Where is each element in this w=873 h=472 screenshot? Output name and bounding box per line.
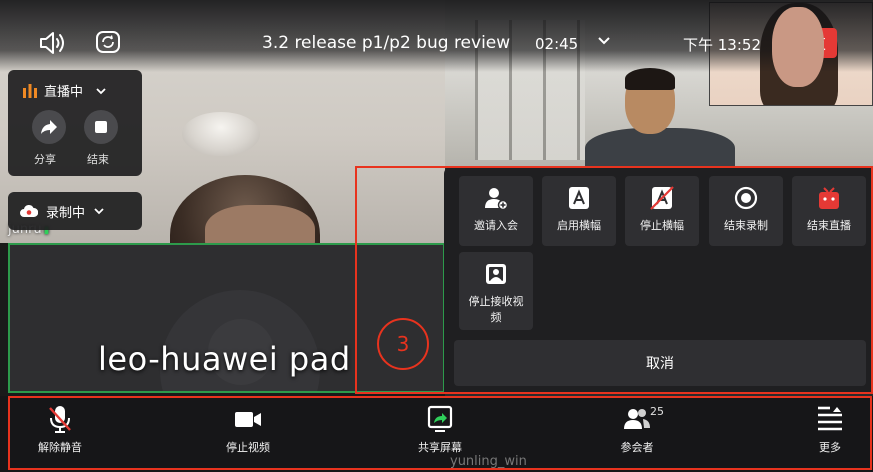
participant-body <box>585 128 735 166</box>
recording-status-label: 录制中 <box>46 205 86 221</box>
recording-status[interactable]: 录制中 <box>8 192 142 230</box>
chevron-down-icon[interactable] <box>597 33 611 47</box>
live-status-label: 直播中 <box>44 85 84 100</box>
active-speaker-name: leo-huawei pad <box>98 340 351 378</box>
annotation-toolbar-highlight <box>8 396 872 470</box>
live-stop-label: 结束 <box>87 153 109 166</box>
live-share-label: 分享 <box>34 153 56 166</box>
meeting-title[interactable]: 3.2 release p1/p2 bug review <box>262 33 510 53</box>
chevron-down-icon <box>94 208 104 215</box>
participant-face <box>205 205 315 243</box>
stop-square-icon <box>95 121 107 133</box>
annotation-step-marker: 3 <box>377 318 429 370</box>
top-bar: 3.2 release p1/p2 bug review 02:45 下午 13… <box>0 0 873 72</box>
camera-switch-icon[interactable] <box>95 29 121 55</box>
live-bars-icon <box>23 83 37 98</box>
ceiling-lamp <box>182 112 260 156</box>
chevron-down-icon <box>96 87 106 94</box>
speaker-icon[interactable] <box>38 30 68 56</box>
share-arrow-icon <box>41 120 57 134</box>
live-status[interactable]: 直播中 <box>22 81 107 100</box>
live-stream-panel: 直播中 分享 结束 <box>8 70 142 176</box>
tile-name-label: yunling_win <box>450 454 527 469</box>
live-share-button[interactable] <box>32 110 66 144</box>
clock: 下午 13:52 <box>683 36 761 54</box>
annotation-highlight-box <box>355 166 873 394</box>
cloud-record-icon <box>20 204 38 217</box>
meeting-duration: 02:45 <box>535 35 579 53</box>
live-stop-button[interactable] <box>84 110 118 144</box>
self-face <box>772 7 824 87</box>
